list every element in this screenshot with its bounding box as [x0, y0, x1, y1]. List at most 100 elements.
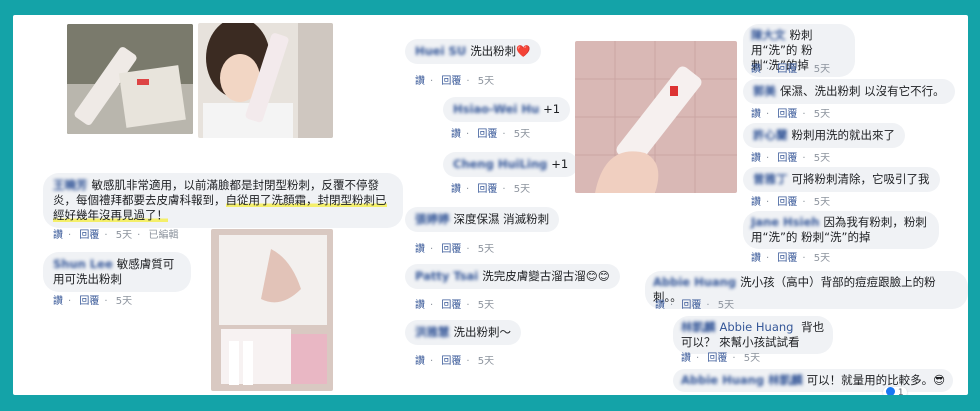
- timestamp[interactable]: 5天: [478, 356, 494, 367]
- product-photo-table: [67, 24, 193, 134]
- like-link[interactable]: 讚: [451, 129, 461, 140]
- hand-product-image: [575, 41, 737, 193]
- like-link[interactable]: 讚: [415, 356, 425, 367]
- comment-actions: 讚 · 回覆 · 5天: [751, 109, 831, 120]
- commenter-name[interactable]: Shun Lee: [53, 257, 113, 271]
- commenter-name[interactable]: Huei SU: [415, 44, 466, 58]
- mention-link[interactable]: 林凱麟: [768, 373, 803, 387]
- timestamp[interactable]: 5天: [478, 300, 494, 311]
- comment-text: 洗出粉刺: [470, 44, 517, 58]
- commenter-name[interactable]: Jane Hsieh: [751, 215, 819, 229]
- mention-link[interactable]: Abbie Huang: [720, 320, 794, 334]
- reply-bubble: Hsiao-Wei Hu +1: [443, 97, 571, 122]
- timestamp[interactable]: 5天: [814, 153, 830, 164]
- comment-text: 洗完皮膚變古溜古溜: [482, 269, 586, 283]
- comment-text: 深度保濕 消滅粉刺: [453, 212, 550, 226]
- like-link[interactable]: 讚: [53, 296, 63, 307]
- timestamp[interactable]: 5天: [514, 184, 530, 195]
- comment-actions: 讚 · 回覆 · 5天: [451, 184, 531, 195]
- timestamp[interactable]: 5天: [514, 129, 530, 140]
- comment-actions: 讚 · 回覆 · 5天: [751, 197, 831, 208]
- commenter-name[interactable]: 林凱麟: [681, 320, 716, 334]
- like-link[interactable]: 讚: [415, 300, 425, 311]
- like-link[interactable]: 讚: [751, 109, 761, 120]
- heart-emoji-icon: ❤️: [516, 44, 531, 58]
- sunglasses-emoji-icon: 😎: [933, 373, 946, 387]
- timestamp[interactable]: 5天: [478, 76, 494, 87]
- product-box-image: [211, 229, 333, 391]
- commenter-name[interactable]: Abbie Huang: [653, 275, 736, 289]
- like-link[interactable]: 讚: [681, 353, 691, 364]
- reply-link[interactable]: 回覆: [777, 64, 797, 75]
- comment-bubble: 王曉芳 敏感肌非常適用，以前滿臉都是封閉型粉刺，反覆不停發炎，每個禮拜都要去皮膚科…: [43, 173, 403, 228]
- commenter-name[interactable]: 曾雅丁: [753, 172, 788, 186]
- timestamp[interactable]: 5天: [744, 353, 760, 364]
- comment-actions: 讚 · 回覆 · 5天 · 已編輯: [53, 230, 179, 241]
- like-link[interactable]: 讚: [53, 230, 63, 241]
- reply-link[interactable]: 回覆: [79, 230, 99, 241]
- comment-actions: 讚 · 回覆 · 5天: [451, 129, 531, 140]
- reply-link[interactable]: 回覆: [777, 253, 797, 264]
- comment-actions: 讚 · 回覆 · 5天: [415, 300, 495, 311]
- comment-actions: 讚 · 回覆 · 5天: [415, 356, 495, 367]
- timestamp[interactable]: 5天: [814, 197, 830, 208]
- timestamp[interactable]: 5天: [478, 244, 494, 255]
- timestamp[interactable]: 5天: [718, 300, 734, 311]
- comment-text: 可將粉刺清除，它吸引了我: [791, 172, 930, 186]
- comment-bubble: Huei SU 洗出粉刺❤️: [405, 39, 541, 64]
- like-link[interactable]: 讚: [415, 76, 425, 87]
- comment-bubble: Patty Tsai 洗完皮膚變古溜古溜😊😊: [405, 264, 620, 289]
- reply-link[interactable]: 回覆: [441, 356, 461, 367]
- comment-text: 洗出粉刺～: [453, 325, 512, 339]
- reply-link[interactable]: 回覆: [777, 109, 797, 120]
- commenter-name[interactable]: 張婷婷: [415, 212, 450, 226]
- commenter-name[interactable]: 陳大文: [751, 28, 786, 42]
- comment-actions: 讚 · 回覆 · 5天: [751, 253, 831, 264]
- commenter-name[interactable]: 許心蘭: [753, 128, 788, 142]
- reply-link[interactable]: 回覆: [477, 129, 497, 140]
- reply-bubble: Cheng HuiLing +1: [443, 152, 579, 177]
- like-link[interactable]: 讚: [751, 253, 761, 264]
- comment-bubble: 郭美 保濕、洗出粉刺 以沒有它不行。: [743, 79, 955, 104]
- commenter-name[interactable]: 郭美: [753, 84, 776, 98]
- timestamp[interactable]: 5天: [116, 230, 132, 241]
- timestamp[interactable]: 5天: [814, 109, 830, 120]
- commenter-name[interactable]: 洪雅慧: [415, 325, 450, 339]
- like-link[interactable]: 讚: [751, 197, 761, 208]
- commenter-name[interactable]: Hsiao-Wei Hu: [453, 102, 539, 116]
- commenter-name[interactable]: Abbie Huang: [681, 373, 764, 387]
- reaction-badge[interactable]: 1: [883, 387, 907, 395]
- comment-bubble: 曾雅丁 可將粉刺清除，它吸引了我: [743, 167, 940, 192]
- like-link[interactable]: 讚: [415, 244, 425, 255]
- comment-text: +1: [543, 102, 561, 116]
- product-tube-image: [67, 24, 193, 134]
- reply-link[interactable]: 回覆: [441, 244, 461, 255]
- timestamp[interactable]: 5天: [116, 296, 132, 307]
- comment-bubble: Jane Hsieh 因為我有粉刺，粉刺用“洗”的 粉刺“洗”的掉: [743, 211, 939, 249]
- timestamp[interactable]: 5天: [814, 64, 830, 75]
- reply-link[interactable]: 回覆: [441, 76, 461, 87]
- edited-label: 已編輯: [148, 230, 179, 241]
- commenter-name[interactable]: 王曉芳: [53, 178, 88, 192]
- like-link[interactable]: 讚: [655, 300, 665, 311]
- commenter-name[interactable]: Cheng HuiLing: [453, 157, 547, 171]
- like-link[interactable]: 讚: [451, 184, 461, 195]
- reply-link[interactable]: 回覆: [79, 296, 99, 307]
- comment-actions: 讚 · 回覆 · 5天: [655, 300, 735, 311]
- commenter-name[interactable]: Patty Tsai: [415, 269, 478, 283]
- reaction-count: 1: [897, 388, 904, 395]
- comment-text: +1: [551, 157, 569, 171]
- reply-link[interactable]: 回覆: [681, 300, 701, 311]
- comment-actions: 讚 · 回覆 · 5天: [681, 353, 761, 364]
- reply-link[interactable]: 回覆: [707, 353, 727, 364]
- smile-emoji-icon: 😊😊: [585, 269, 610, 283]
- like-link[interactable]: 讚: [751, 153, 761, 164]
- comment-actions: 讚 · 回覆 · 5天: [415, 76, 495, 87]
- reply-link[interactable]: 回覆: [777, 153, 797, 164]
- like-link[interactable]: 讚: [751, 64, 761, 75]
- comment-text: 可以！就量用的比較多。: [806, 373, 934, 387]
- reply-link[interactable]: 回覆: [441, 300, 461, 311]
- reply-link[interactable]: 回覆: [477, 184, 497, 195]
- timestamp[interactable]: 5天: [814, 253, 830, 264]
- reply-link[interactable]: 回覆: [777, 197, 797, 208]
